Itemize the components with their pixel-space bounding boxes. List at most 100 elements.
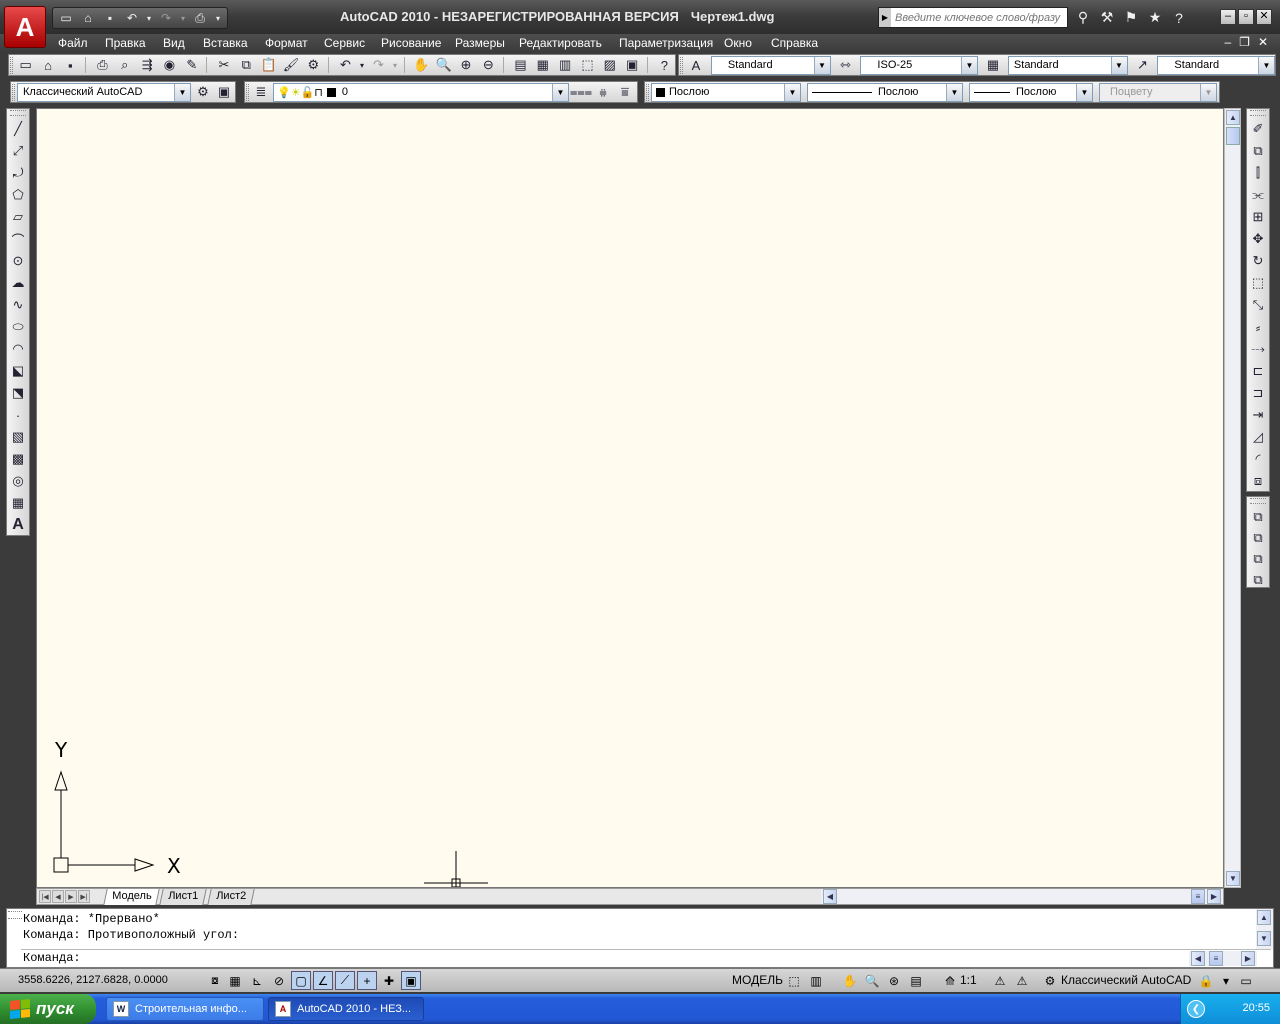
scale-icon[interactable]: ⬚ bbox=[1247, 272, 1269, 294]
tab-layout1[interactable]: Лист1 bbox=[159, 889, 207, 905]
vertical-scrollbar[interactable]: ▲ ▼ bbox=[1224, 108, 1241, 888]
status-menu-icon[interactable]: ▾ bbox=[1216, 971, 1236, 990]
communication-center-icon[interactable]: ⚑ bbox=[1120, 7, 1142, 28]
menu-parametric[interactable]: Параметризация bbox=[619, 36, 713, 50]
show-lineweight-icon[interactable]: ▣ bbox=[401, 971, 421, 990]
zoom-icon[interactable]: 🔍 bbox=[862, 971, 882, 990]
hatch-icon[interactable]: ▧ bbox=[7, 426, 29, 448]
3d-dwf-icon[interactable]: ◉ bbox=[159, 55, 180, 75]
array-icon[interactable]: ⊞ bbox=[1247, 206, 1269, 228]
ellipse-arc-icon[interactable]: ◠ bbox=[7, 338, 29, 360]
new-file-icon[interactable]: ▭ bbox=[56, 9, 76, 27]
layer-properties-icon[interactable]: ≣ bbox=[251, 82, 271, 102]
menu-view[interactable]: Вид bbox=[163, 36, 185, 50]
move-icon[interactable]: ✥ bbox=[1247, 228, 1269, 250]
multileader-style-icon[interactable]: ↗ bbox=[1132, 55, 1154, 75]
extend-icon[interactable]: ⤏ bbox=[1247, 338, 1269, 360]
offset-icon[interactable]: ⫘ bbox=[1247, 184, 1269, 206]
first-tab-icon[interactable]: |◀ bbox=[39, 890, 51, 903]
scroll-up-icon[interactable]: ▲ bbox=[1257, 910, 1271, 925]
scroll-right-icon[interactable]: ▶ bbox=[1241, 951, 1255, 966]
last-tab-icon[interactable]: ▶| bbox=[78, 890, 90, 903]
dynamic-ucs-icon[interactable]: + bbox=[357, 971, 377, 990]
line-icon[interactable]: ╱ bbox=[7, 118, 29, 140]
next-tab-icon[interactable]: ▶ bbox=[65, 890, 77, 903]
send-to-back-icon[interactable]: ⧉ bbox=[1247, 527, 1269, 548]
annotation-scale-value[interactable]: 1:1 bbox=[960, 973, 977, 987]
qnew-icon[interactable]: ▭ bbox=[15, 55, 36, 75]
snap-mode-icon[interactable]: ▦ bbox=[225, 971, 245, 990]
start-button[interactable]: пуск bbox=[0, 994, 96, 1024]
redo-dropdown-icon[interactable]: ▾ bbox=[178, 9, 188, 27]
construction-line-icon[interactable]: ⤢ bbox=[7, 140, 29, 162]
dynamic-input-icon[interactable]: ✚ bbox=[379, 971, 399, 990]
annotation-visibility-icon[interactable]: ⚠ bbox=[990, 971, 1010, 990]
command-vertical-scrollbar[interactable]: ▲ ▼ bbox=[1256, 909, 1273, 949]
model-space-toggle[interactable]: МОДЕЛЬ bbox=[732, 973, 783, 987]
design-center-icon[interactable]: ▦ bbox=[532, 55, 553, 75]
open-icon[interactable]: ⌂ bbox=[37, 55, 58, 75]
drawing-area[interactable]: Y X bbox=[36, 108, 1224, 888]
workspace-status[interactable]: Классический AutoCAD bbox=[1061, 973, 1191, 987]
save-icon[interactable]: ▪ bbox=[100, 9, 120, 27]
pan-icon[interactable]: ✋ bbox=[411, 55, 432, 75]
trim-icon[interactable]: ⸗ bbox=[1247, 316, 1269, 338]
infer-constraints-icon[interactable]: ⧇ bbox=[205, 971, 225, 990]
grid-display-icon[interactable]: ⊾ bbox=[247, 971, 267, 990]
command-input[interactable]: Команда: bbox=[23, 951, 81, 965]
sheet-set-manager-icon[interactable]: ⬚ bbox=[577, 55, 598, 75]
color-select[interactable]: Послою ▼ bbox=[651, 82, 801, 102]
text-style-select[interactable]: Standard ▼ bbox=[710, 55, 831, 75]
zoom-previous-icon[interactable]: ⊖ bbox=[478, 55, 499, 75]
revision-cloud-icon[interactable]: ☁ bbox=[7, 272, 29, 294]
taskbar-item-word[interactable]: W Строительная инфо... bbox=[106, 997, 264, 1021]
layer-select[interactable]: 💡 ☀ 🔓 ⊓ 0 ▼ bbox=[273, 82, 569, 102]
redo-icon[interactable]: ↷ bbox=[368, 55, 389, 75]
paste-icon[interactable]: 📋 bbox=[258, 55, 279, 75]
redo-icon[interactable]: ↷ bbox=[156, 9, 176, 27]
clean-screen-icon[interactable]: ▭ bbox=[1236, 971, 1256, 990]
toolbar-grip[interactable] bbox=[246, 84, 249, 101]
plot-preview-icon[interactable]: ⌕ bbox=[114, 55, 135, 75]
redo-dropdown-icon[interactable]: ▾ bbox=[390, 55, 400, 75]
search-expand-icon[interactable]: ▶ bbox=[879, 8, 891, 27]
table-style-icon[interactable]: ▦ bbox=[982, 55, 1004, 75]
show-hidden-icons-icon[interactable]: ❮ bbox=[1187, 1000, 1205, 1018]
toolbar-grip[interactable] bbox=[10, 110, 26, 116]
cut-icon[interactable]: ✂ bbox=[213, 55, 234, 75]
doc-restore-button[interactable]: ❐ bbox=[1239, 35, 1250, 49]
rectangle-icon[interactable]: ▱ bbox=[7, 206, 29, 228]
ellipse-icon[interactable]: ⬭ bbox=[7, 316, 29, 338]
quick-view-layouts-icon[interactable]: ⬚ bbox=[784, 971, 804, 990]
ortho-mode-icon[interactable]: ⊘ bbox=[269, 971, 289, 990]
application-menu-button[interactable]: A bbox=[4, 6, 46, 48]
menu-insert[interactable]: Вставка bbox=[203, 36, 248, 50]
publish-icon[interactable]: ⇶ bbox=[136, 55, 157, 75]
search-input[interactable] bbox=[891, 11, 1061, 24]
polar-tracking-icon[interactable]: ▢ bbox=[291, 971, 311, 990]
menu-draw[interactable]: Рисование bbox=[381, 36, 441, 50]
tab-layout2[interactable]: Лист2 bbox=[207, 889, 255, 905]
scroll-down-icon[interactable]: ▼ bbox=[1226, 871, 1240, 886]
quick-view-drawings-icon[interactable]: ▥ bbox=[806, 971, 826, 990]
rotate-icon[interactable]: ↻ bbox=[1247, 250, 1269, 272]
save-icon[interactable]: ▪ bbox=[60, 55, 81, 75]
copy-icon[interactable]: ⧉ bbox=[236, 55, 257, 75]
maximize-button[interactable]: ▫ bbox=[1238, 9, 1254, 25]
properties-icon[interactable]: ▤ bbox=[510, 55, 531, 75]
help-icon[interactable]: ? bbox=[1168, 7, 1190, 28]
zoom-window-icon[interactable]: ⊕ bbox=[455, 55, 476, 75]
zoom-realtime-icon[interactable]: 🔍 bbox=[433, 55, 454, 75]
layer-states-icon[interactable]: ⩸ bbox=[615, 82, 635, 102]
dimension-style-select[interactable]: ISO-25 ▼ bbox=[860, 55, 978, 75]
bring-above-objects-icon[interactable]: ⧉ bbox=[1247, 548, 1269, 569]
close-button[interactable]: ✕ bbox=[1256, 9, 1272, 25]
taskbar-item-autocad[interactable]: A AutoCAD 2010 - НЕЗ... bbox=[268, 997, 424, 1021]
insert-block-icon[interactable]: ⬕ bbox=[7, 360, 29, 382]
open-file-icon[interactable]: ⌂ bbox=[78, 9, 98, 27]
command-window-grip[interactable] bbox=[8, 911, 22, 919]
qat-customize-icon[interactable]: ▾ bbox=[212, 9, 224, 27]
lineweight-select[interactable]: Послою ▼ bbox=[969, 82, 1093, 102]
scroll-up-icon[interactable]: ▲ bbox=[1226, 110, 1240, 125]
undo-dropdown-icon[interactable]: ▾ bbox=[144, 9, 154, 27]
